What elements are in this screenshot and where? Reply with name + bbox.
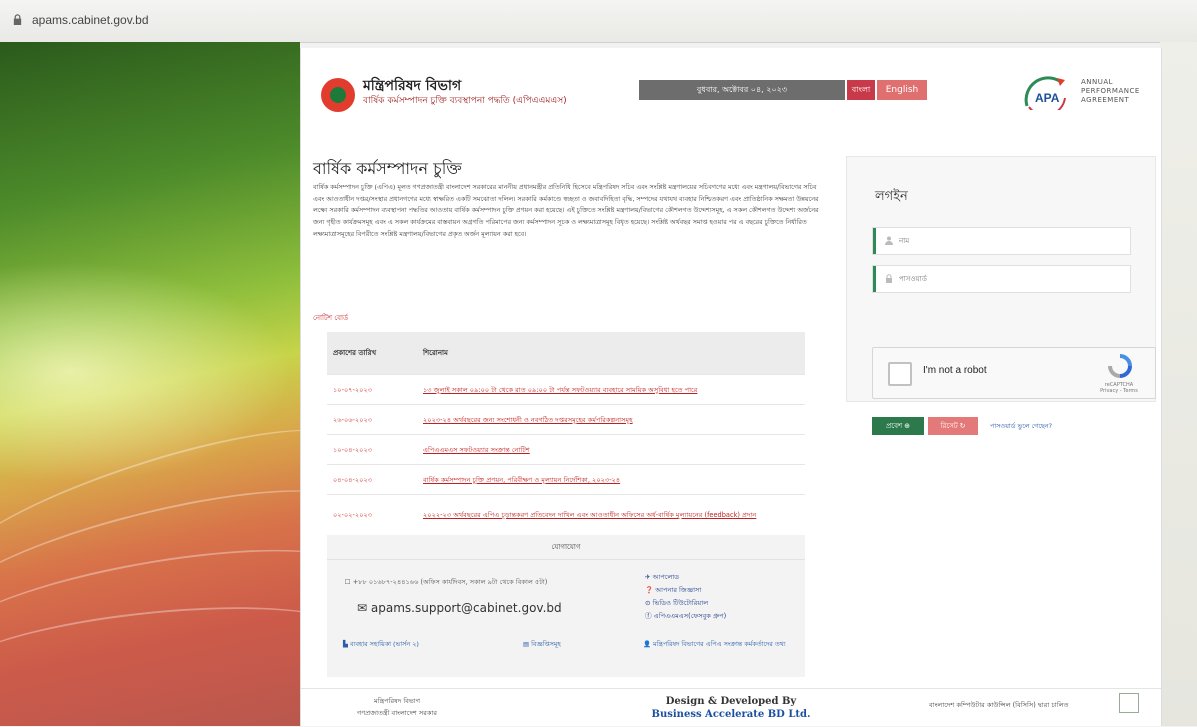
notice-link[interactable]: বার্ষিক কর্মসম্পাদন চুক্তি প্রণয়ন, পরিব… bbox=[417, 464, 805, 495]
contact-links: ✈ আপলোড ❓ আপনার জিজ্ঞাসা ⊙ ভিডিও টিউটোরি… bbox=[645, 571, 726, 623]
notice-date: ১০-০৭-২০২৩ bbox=[327, 374, 417, 405]
col-publish-date: প্রকাশের তারিখ bbox=[327, 332, 417, 375]
notice-table: প্রকাশের তারিখ শিরোনাম ১০-০৭-২০২৩ ১৩ জুল… bbox=[327, 332, 805, 535]
contact-panel: যোগাযোগ ☐ +৮৮ ০১৬৮৭-২৪৪১৬৬ (অফিস কার্যদি… bbox=[327, 535, 805, 677]
notice-table-header: প্রকাশের তারিখ শিরোনাম bbox=[327, 332, 805, 375]
bcc-logo-icon bbox=[1119, 693, 1139, 713]
lock-icon bbox=[886, 274, 892, 283]
site-subtitle: বার্ষিক কর্মসম্পাদন চুক্তি ব্যবস্থাপনা প… bbox=[363, 96, 567, 106]
question-icon: ❓ bbox=[645, 586, 656, 594]
username-field[interactable] bbox=[872, 227, 1131, 255]
apa-logo-text: APA bbox=[1035, 91, 1060, 105]
login-panel: লগইন I'm not a robot reCAPTCHAPrivacy - … bbox=[846, 156, 1156, 435]
facebook-group-link[interactable]: ⓕ এপিএএমএস(ফেসবুক গ্রুপ) bbox=[645, 610, 726, 623]
apa-tagline: ANNUAL PERFORMANCE AGREEMENT bbox=[1081, 78, 1140, 104]
lock-icon bbox=[13, 14, 22, 25]
page-container: মন্ত্রিপরিষদ বিভাগ বার্ষিক কর্মসম্পাদন চ… bbox=[300, 48, 1162, 726]
notice-board-heading: নোটিশ বোর্ড bbox=[313, 314, 349, 322]
recaptcha-logo-icon bbox=[1108, 354, 1132, 378]
footer-developer: Design & Developed By Business Accelerat… bbox=[591, 695, 871, 721]
notice-link[interactable]: এপিএএমএস সফটওয়্যার সংক্রান্ত নোটিশ bbox=[417, 434, 805, 465]
notice-date: ১০-০৪-২০২৩ bbox=[327, 434, 417, 465]
user-manual-link[interactable]: ▙ ব্যবহার সহায়িকা (ভার্সন ২) bbox=[343, 639, 419, 650]
password-input[interactable] bbox=[897, 266, 1121, 292]
table-row: ১০-০৪-২০২৩ এপিএএমএস সফটওয়্যার সংক্রান্ত… bbox=[327, 434, 805, 465]
background-wallpaper-left bbox=[0, 42, 365, 726]
language-bangla-button[interactable]: বাংলা bbox=[847, 80, 875, 100]
contact-heading: যোগাযোগ bbox=[327, 535, 805, 560]
reset-button[interactable]: রিসেট ↻ bbox=[928, 417, 978, 435]
footer-ministry: মন্ত্রিপরিষদ বিভাগ গণপ্রজাতন্ত্রী বাংলাদ… bbox=[357, 697, 438, 717]
footer-powered-by: বাংলাদেশ কম্পিউটার কাউন্সিল (বিসিসি) দ্ব… bbox=[929, 701, 1069, 709]
notifications-link[interactable]: ▤ বিজ্ঞপ্তিসমূহ bbox=[523, 639, 561, 650]
notice-link[interactable]: ১৩ জুলাই সকাল ০৯:০০ টা থেকে রাত ০৯:০০ টা… bbox=[417, 374, 805, 405]
login-button[interactable]: প্রবেশ ⊕ bbox=[872, 417, 924, 435]
url-text[interactable]: apams.cabinet.gov.bd bbox=[32, 13, 149, 27]
facebook-icon: ⓕ bbox=[645, 612, 654, 620]
browser-address-bar[interactable]: apams.cabinet.gov.bd bbox=[0, 0, 1197, 43]
contact-email[interactable]: ✉ apams.support@cabinet.gov.bd bbox=[357, 601, 562, 615]
notice-date: ২৬-০৬-২০২৩ bbox=[327, 404, 417, 435]
table-row: ০৪-০৪-২০২৩ বার্ষিক কর্মসম্পাদন চুক্তি প্… bbox=[327, 464, 805, 495]
forgot-password-link[interactable]: পাসওয়ার্ড ভুলে গেছেন? bbox=[990, 421, 1052, 432]
recaptcha-widget: I'm not a robot reCAPTCHA Privacy - Terms bbox=[872, 347, 1156, 399]
footer: মন্ত্রিপরিষদ বিভাগ গণপ্রজাতন্ত্রী বাংলাদ… bbox=[301, 688, 1161, 727]
envelope-icon: ✉ bbox=[357, 601, 368, 615]
apa-description: বার্ষিক কর্মসম্পাদন চুক্তি (এপিএ) মূলত গ… bbox=[313, 183, 819, 238]
language-english-button[interactable]: English bbox=[877, 80, 927, 100]
play-icon: ⊙ bbox=[645, 599, 653, 607]
upload-icon: ✈ bbox=[645, 573, 653, 581]
table-row: ১০-০৭-২০২৩ ১৩ জুলাই সকাল ০৯:০০ টা থেকে র… bbox=[327, 374, 805, 405]
developer-link[interactable]: Business Accelerate BD Ltd. bbox=[591, 708, 871, 721]
government-seal-logo bbox=[321, 78, 355, 112]
notice-date: ০২-০২-২০২৩ bbox=[327, 494, 417, 535]
user-icon bbox=[885, 236, 893, 245]
current-date: বুধবার, অক্টোবর ০৪, ২০২৩ bbox=[639, 80, 845, 100]
recaptcha-terms: reCAPTCHA Privacy - Terms bbox=[1100, 382, 1138, 394]
background-wallpaper-right bbox=[1160, 42, 1197, 726]
password-field[interactable] bbox=[872, 265, 1131, 293]
user-icon: 👤 bbox=[643, 640, 653, 648]
recaptcha-label: I'm not a robot bbox=[923, 365, 987, 376]
apa-logo: APA bbox=[1024, 76, 1066, 110]
officer-info-link[interactable]: 👤 মন্ত্রিপরিষদ বিভাগের এপিএ সংক্রান্ত কর… bbox=[643, 639, 793, 650]
notice-link[interactable]: ২০২২-২৩ অর্থবছরের এপিএ চূড়ান্তকরণ প্রতি… bbox=[417, 494, 805, 535]
phone-icon: ☐ bbox=[344, 578, 353, 586]
recaptcha-checkbox[interactable] bbox=[888, 362, 912, 386]
notice-date: ০৪-০৪-২০২৩ bbox=[327, 464, 417, 495]
username-input[interactable] bbox=[897, 228, 1121, 254]
table-row: ২৬-০৬-২০২৩ ২০২৩-২৪ অর্থবছরের জন্য সংশোধন… bbox=[327, 404, 805, 435]
contact-phone: ☐ +৮৮ ০১৬৮৭-২৪৪১৬৬ (অফিস কার্যদিবস, সকাল… bbox=[344, 578, 548, 586]
document-icon: ▙ bbox=[343, 640, 350, 648]
notice-link[interactable]: ২০২৩-২৪ অর্থবছরের জন্য সংশোধনী ও নবগঠিত … bbox=[417, 404, 805, 435]
list-icon: ▤ bbox=[523, 640, 532, 648]
table-row: ০২-০২-২০২৩ ২০২২-২৩ অর্থবছরের এপিএ চূড়ান… bbox=[327, 494, 805, 535]
faq-link[interactable]: ❓ আপনার জিজ্ঞাসা bbox=[645, 584, 726, 597]
col-title: শিরোনাম bbox=[417, 332, 805, 375]
video-tutorial-link[interactable]: ⊙ ভিডিও টিউটোরিয়াল bbox=[645, 597, 726, 610]
login-heading: লগইন bbox=[875, 189, 908, 204]
page-heading: বার্ষিক কর্মসম্পাদন চুক্তি bbox=[313, 159, 462, 178]
upload-link[interactable]: ✈ আপলোড bbox=[645, 571, 726, 584]
